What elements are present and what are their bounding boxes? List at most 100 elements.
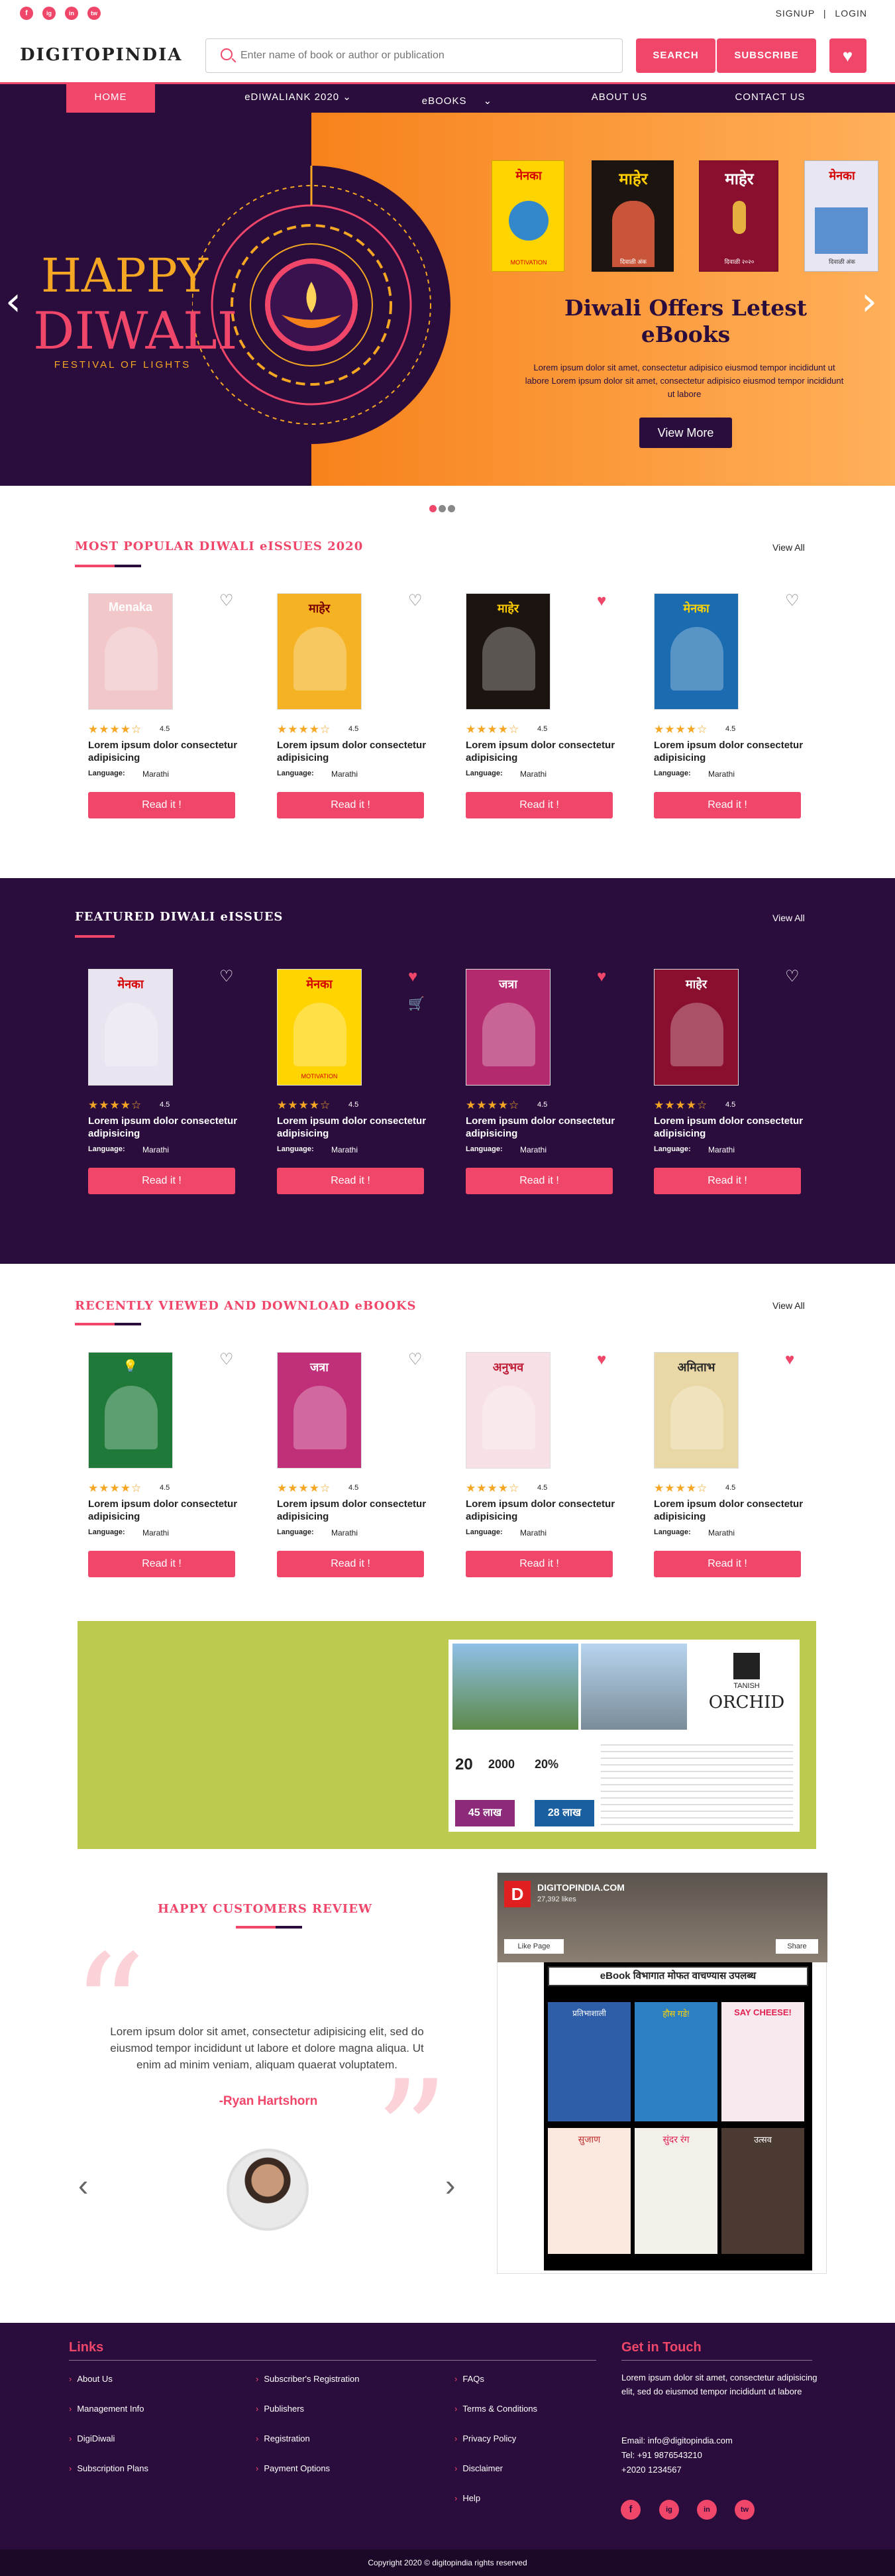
read-it-button[interactable]: Read it ! <box>466 1168 613 1194</box>
book-title[interactable]: Lorem ipsum dolor consectetur adipisicin… <box>654 1115 806 1140</box>
wishlist-heart-icon[interactable]: ♡ <box>408 593 423 609</box>
book-title[interactable]: Lorem ipsum dolor consectetur adipisicin… <box>654 1498 806 1523</box>
read-it-button[interactable]: Read it ! <box>88 1551 235 1577</box>
book-cover[interactable]: मेनका MOTIVATION <box>277 969 362 1086</box>
facebook-page-widget[interactable]: D DIGITOPINDIA.COM 27,392 likes Like Pag… <box>497 1872 827 2274</box>
wishlist-heart-icon[interactable]: ♡ <box>785 969 800 985</box>
wishlist-heart-icon[interactable]: ♡ <box>219 969 234 985</box>
footer-link[interactable]: › Subscriber's Registration <box>256 2374 359 2384</box>
book-title[interactable]: Lorem ipsum dolor consectetur adipisicin… <box>277 1498 429 1523</box>
wishlist-heart-icon[interactable]: ♡ <box>219 1352 234 1368</box>
footer-link[interactable]: › Disclaimer <box>454 2463 503 2473</box>
wishlist-heart-icon[interactable]: ♥ <box>597 1352 606 1368</box>
book-title[interactable]: Lorem ipsum dolor consectetur adipisicin… <box>466 739 618 764</box>
instagram-icon[interactable]: ig <box>42 7 56 20</box>
footer-link[interactable]: › Registration <box>256 2434 310 2443</box>
signup-link[interactable]: SIGNUP <box>776 8 815 19</box>
search-button[interactable]: SEARCH <box>636 38 715 73</box>
hero-book-cover[interactable]: मेनका MOTIVATION <box>492 160 564 272</box>
hero-book-cover[interactable]: माहेर दिवाळी २०२० <box>699 160 778 272</box>
hero-book-cover[interactable]: मेनका दिवाळी अंक <box>804 160 878 272</box>
book-title[interactable]: Lorem ipsum dolor consectetur adipisicin… <box>88 1115 240 1140</box>
ad-banner[interactable]: TANISH ORCHID 20 2000 20% 45 लाख 28 लाख <box>78 1621 816 1849</box>
book-cover[interactable]: अनुभव <box>466 1352 551 1469</box>
book-card[interactable]: जत्रा ♡ ★★★★☆ 4.5 Lorem ipsum dolor consecte… <box>277 1352 426 1591</box>
book-cover[interactable]: माहेर <box>654 969 739 1086</box>
book-cover[interactable]: मेनका <box>654 593 739 710</box>
footer-link[interactable]: › Publishers <box>256 2404 304 2414</box>
search-input[interactable] <box>240 46 611 66</box>
read-it-button[interactable]: Read it ! <box>277 792 424 818</box>
view-all-link[interactable]: View All <box>772 913 805 923</box>
book-card[interactable]: 💡 ♡ ★★★★☆ 4.5 Lorem ipsum dolor consectetur … <box>88 1352 237 1591</box>
site-logo[interactable]: DIGITOPINDIA <box>20 45 182 65</box>
footer-link[interactable]: › Payment Options <box>256 2463 330 2473</box>
read-it-button[interactable]: Read it ! <box>654 792 801 818</box>
footer-phone-2[interactable]: +2020 1234567 <box>621 2465 682 2475</box>
book-title[interactable]: Lorem ipsum dolor consectetur adipisicin… <box>654 739 806 764</box>
twitter-icon[interactable]: tw <box>87 7 101 20</box>
book-cover[interactable]: 💡 <box>88 1352 173 1469</box>
footer-link[interactable]: › Terms & Conditions <box>454 2404 537 2414</box>
read-it-button[interactable]: Read it ! <box>88 1168 235 1194</box>
read-it-button[interactable]: Read it ! <box>277 1168 424 1194</box>
book-card[interactable]: अमिताभ ♥ ★★★★☆ 4.5 Lorem ipsum dolor consect… <box>654 1352 803 1591</box>
book-cover[interactable]: जत्रा <box>466 969 551 1086</box>
book-title[interactable]: Lorem ipsum dolor consectetur adipisicin… <box>466 1115 618 1140</box>
footer-facebook-icon[interactable]: f <box>621 2500 641 2520</box>
footer-link[interactable]: › About Us <box>69 2374 113 2384</box>
book-card[interactable]: मेनका ♡ ★★★★☆ 4.5 Lorem ipsum dolor consecte… <box>654 593 803 832</box>
read-it-button[interactable]: Read it ! <box>654 1551 801 1577</box>
footer-phone[interactable]: Tel: +91 9876543210 <box>621 2450 702 2460</box>
nav-ediwaliank[interactable]: eDIWALIANK 2020 ⌄ <box>232 84 364 113</box>
login-link[interactable]: LOGIN <box>835 8 867 19</box>
book-cover[interactable]: मेनका <box>88 969 173 1086</box>
book-cover[interactable]: अमिताभ <box>654 1352 739 1469</box>
wishlist-heart-icon[interactable]: ♥ <box>597 593 606 609</box>
read-it-button[interactable]: Read it ! <box>277 1551 424 1577</box>
review-prev-icon[interactable]: ‹ <box>78 2167 88 2203</box>
book-card[interactable]: अनुभव ♥ ★★★★☆ 4.5 Lorem ipsum dolor consecte… <box>466 1352 615 1591</box>
book-title[interactable]: Lorem ipsum dolor consectetur adipisicin… <box>466 1498 618 1523</box>
book-card[interactable]: मेनका MOTIVATION ♥ 🛒 ★★★★☆ 4.5 Lorem ipsum dol… <box>277 969 426 1207</box>
wishlist-heart-icon[interactable]: ♡ <box>408 1352 423 1368</box>
subscribe-button[interactable]: SUBSCRIBE <box>717 38 816 73</box>
slider-dot[interactable] <box>439 505 446 512</box>
slider-dot[interactable] <box>448 505 455 512</box>
slider-dot-active[interactable] <box>429 505 437 512</box>
read-it-button[interactable]: Read it ! <box>466 792 613 818</box>
review-next-icon[interactable]: › <box>445 2167 455 2203</box>
fb-like-button[interactable]: Like Page <box>504 1939 564 1954</box>
book-title[interactable]: Lorem ipsum dolor consectetur adipisicin… <box>88 739 240 764</box>
linkedin-icon[interactable]: in <box>65 7 78 20</box>
book-card[interactable]: मेनका ♡ ★★★★☆ 4.5 Lorem ipsum dolor consecte… <box>88 969 237 1207</box>
wishlist-heart-icon[interactable]: ♥ <box>408 969 417 985</box>
view-all-link[interactable]: View All <box>772 1300 805 1311</box>
read-it-button[interactable]: Read it ! <box>466 1551 613 1577</box>
wishlist-heart-icon[interactable]: ♥ <box>597 969 606 985</box>
book-card[interactable]: जत्रा ♥ ★★★★☆ 4.5 Lorem ipsum dolor consecte… <box>466 969 615 1207</box>
footer-link[interactable]: › DigiDiwali <box>69 2434 115 2443</box>
footer-email[interactable]: Email: info@digitopindia.com <box>621 2436 733 2445</box>
book-title[interactable]: Lorem ipsum dolor consectetur adipisicin… <box>277 1115 429 1140</box>
view-all-link[interactable]: View All <box>772 542 805 553</box>
wishlist-heart-icon[interactable]: ♡ <box>785 593 800 609</box>
footer-link[interactable]: › Privacy Policy <box>454 2434 516 2443</box>
book-title[interactable]: Lorem ipsum dolor consectetur adipisicin… <box>277 739 429 764</box>
hero-book-cover[interactable]: माहेर दिवाळी अंक <box>592 160 674 272</box>
footer-linkedin-icon[interactable]: in <box>697 2500 717 2520</box>
footer-twitter-icon[interactable]: tw <box>735 2500 755 2520</box>
book-cover[interactable]: माहेर <box>466 593 551 710</box>
book-card[interactable]: माहेर ♡ ★★★★☆ 4.5 Lorem ipsum dolor consecte… <box>654 969 803 1207</box>
book-cover[interactable]: Menaka <box>88 593 173 710</box>
book-card[interactable]: Menaka ♡ ★★★★☆ 4.5 Lorem ipsum dolor consect… <box>88 593 237 832</box>
nav-contact[interactable]: CONTACT US <box>722 84 818 113</box>
book-card[interactable]: माहेर ♡ ★★★★☆ 4.5 Lorem ipsum dolor consecte… <box>277 593 426 832</box>
wishlist-heart-icon[interactable]: ♥ <box>829 38 867 73</box>
cart-icon[interactable]: 🛒 <box>408 995 425 1012</box>
slider-next-icon[interactable]: › <box>861 282 877 321</box>
view-more-button[interactable]: View More <box>639 418 732 448</box>
book-cover[interactable]: माहेर <box>277 593 362 710</box>
facebook-icon[interactable]: f <box>20 7 33 20</box>
slider-prev-icon[interactable]: ‹ <box>5 282 21 321</box>
